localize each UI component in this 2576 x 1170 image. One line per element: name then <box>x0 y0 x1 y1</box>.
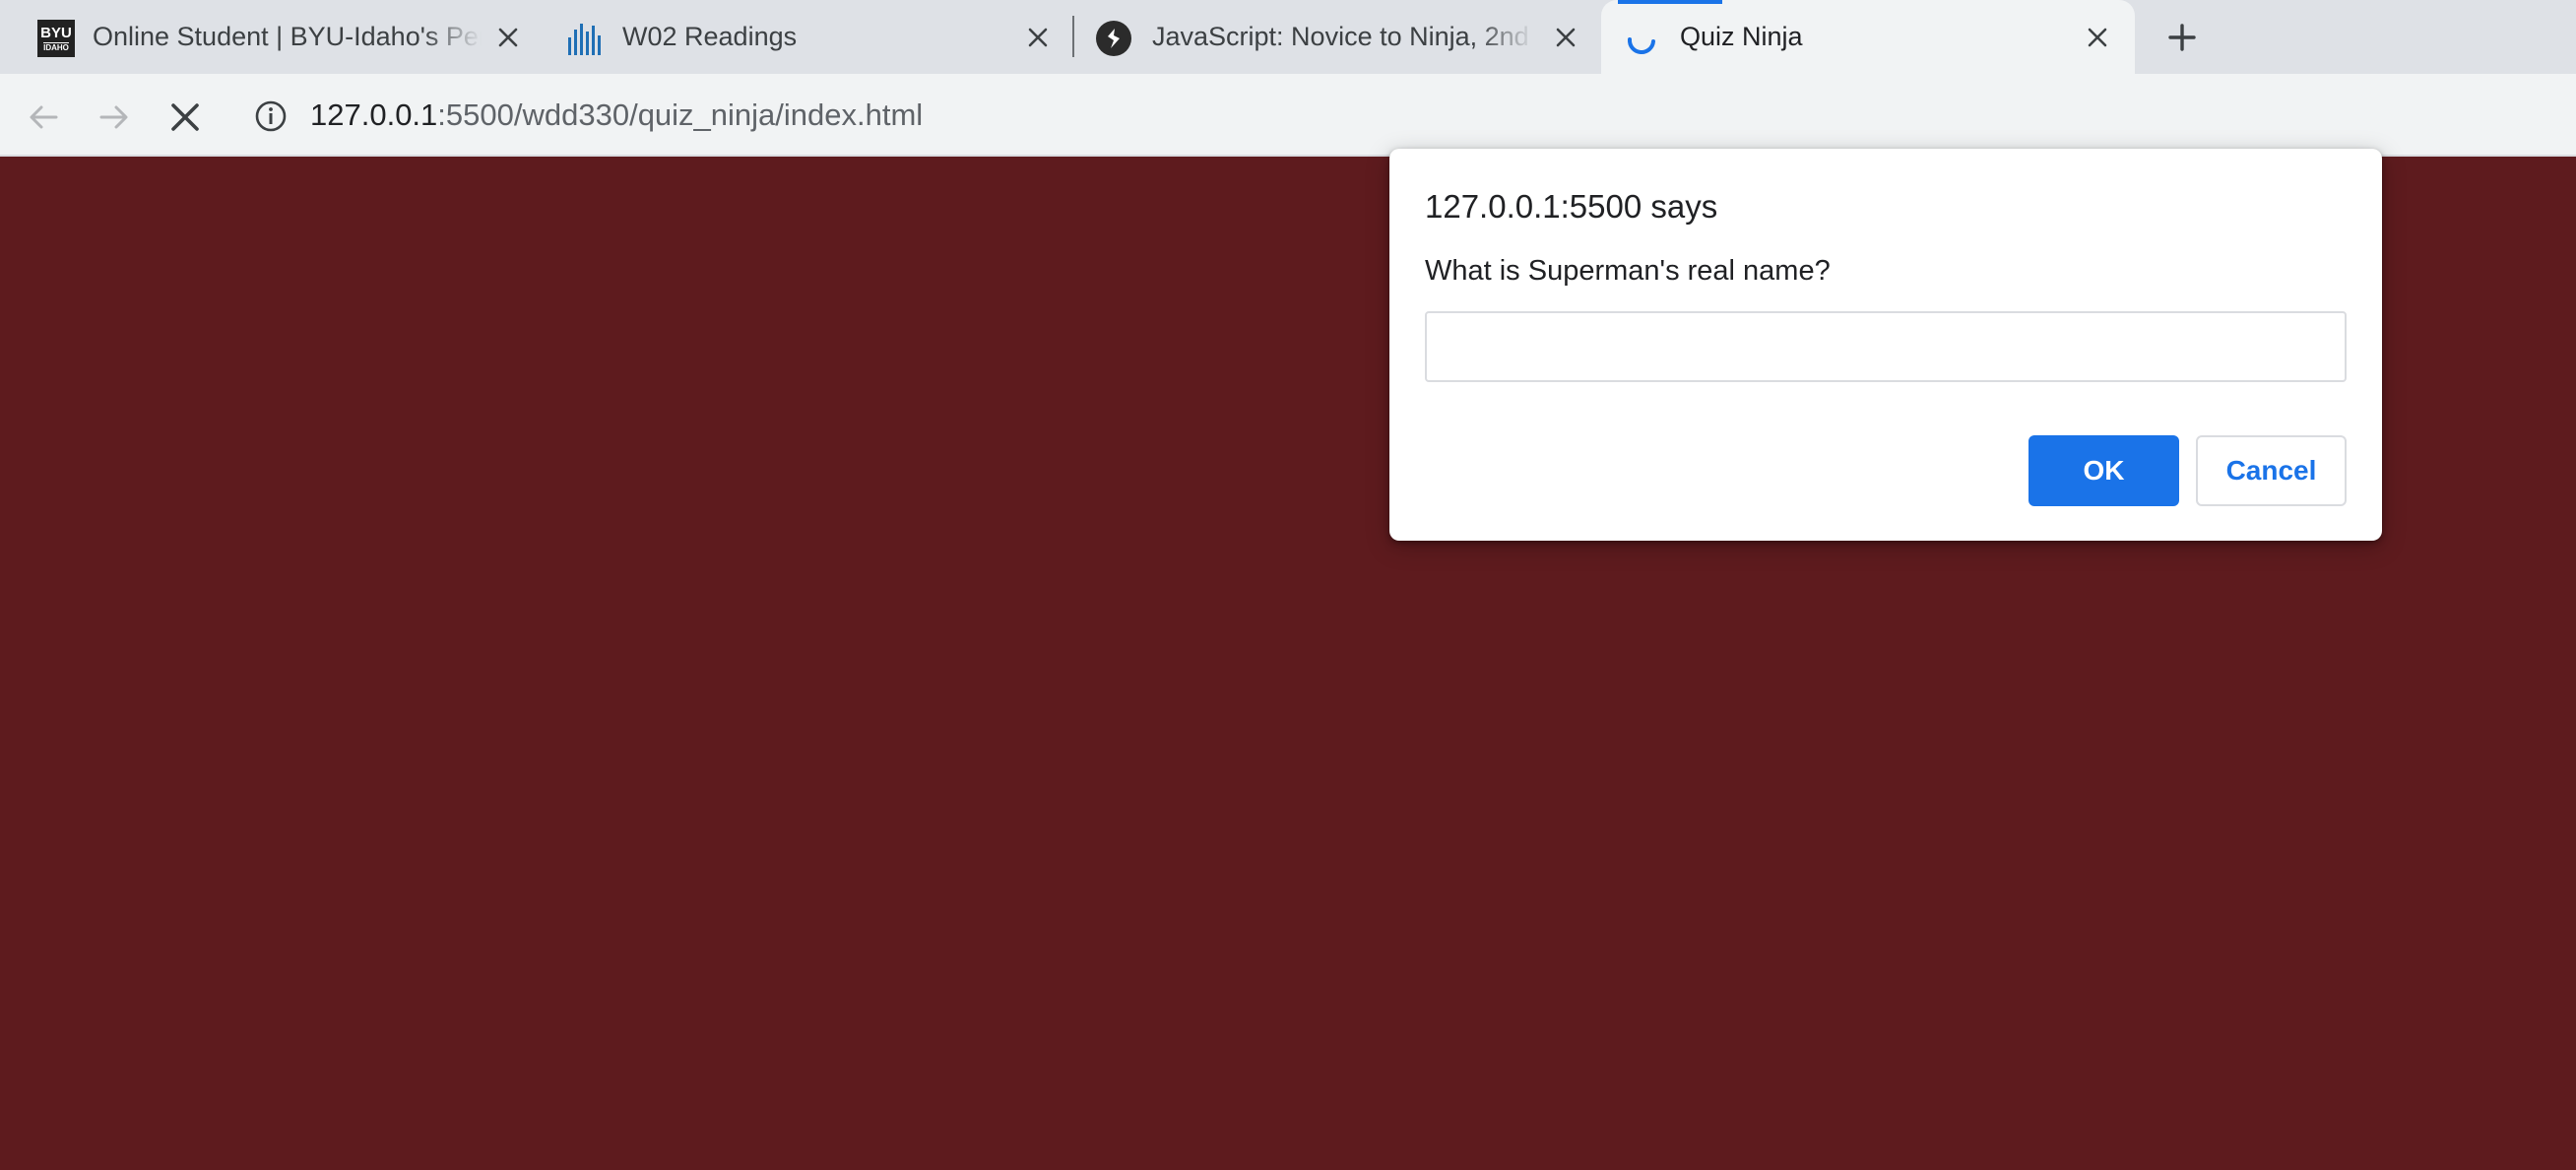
info-icon[interactable] <box>254 99 288 133</box>
plus-icon <box>2168 24 2196 51</box>
ok-button[interactable]: OK <box>2029 435 2179 506</box>
url-path: :5500/wdd330/quiz_ninja/index.html <box>437 98 924 132</box>
loading-spinner-icon <box>1623 20 1660 57</box>
new-tab-button[interactable] <box>2162 18 2202 57</box>
tab-quiz-ninja[interactable]: Quiz Ninja <box>1601 0 2135 74</box>
close-icon <box>171 103 199 131</box>
tab-title: Online Student | BYU-Idaho's Pers <box>93 22 482 51</box>
dialog-message: What is Superman's real name? <box>1425 255 1831 287</box>
address-bar[interactable]: 127.0.0.1:5500/wdd330/quiz_ninja/index.h… <box>236 84 2576 147</box>
tab-w02-readings[interactable]: W02 Readings <box>544 0 1071 74</box>
close-icon[interactable] <box>1022 22 1054 53</box>
back-button[interactable] <box>20 94 67 141</box>
dialog-title: 127.0.0.1:5500 says <box>1425 188 1718 225</box>
byu-logo-text: BYU <box>40 24 72 41</box>
tab-loading-indicator <box>1618 0 1722 4</box>
stop-loading-button[interactable] <box>161 94 209 141</box>
close-icon[interactable] <box>2082 22 2113 53</box>
tab-title: JavaScript: Novice to Ninja, 2nd E <box>1152 22 1534 51</box>
byu-idaho-icon: BYU IDAHO <box>37 20 75 57</box>
arrow-left-icon <box>30 105 58 129</box>
tab-byu-idaho[interactable]: BYU IDAHO Online Student | BYU-Idaho's P… <box>0 0 544 74</box>
cancel-button[interactable]: Cancel <box>2196 435 2347 506</box>
url-host: 127.0.0.1 <box>310 98 438 132</box>
prompt-input[interactable] <box>1425 311 2347 382</box>
prompt-dialog: 127.0.0.1:5500 says What is Superman's r… <box>1389 149 2382 541</box>
tab-title: Quiz Ninja <box>1680 22 1803 51</box>
arrow-right-icon <box>99 105 128 129</box>
sitepoint-icon <box>1095 20 1132 57</box>
idaho-logo-text: IDAHO <box>43 41 69 52</box>
close-icon[interactable] <box>492 22 524 53</box>
bars-chart-icon <box>567 20 605 57</box>
tab-title: W02 Readings <box>622 22 798 51</box>
tab-strip: BYU IDAHO Online Student | BYU-Idaho's P… <box>0 0 2576 74</box>
url-text: 127.0.0.1:5500/wdd330/quiz_ninja/index.h… <box>310 84 923 147</box>
browser-toolbar: 127.0.0.1:5500/wdd330/quiz_ninja/index.h… <box>0 74 2576 157</box>
tab-separator <box>1072 16 1074 57</box>
forward-button[interactable] <box>91 94 138 141</box>
close-icon[interactable] <box>1550 22 1581 53</box>
tab-javascript-novice-to-ninja[interactable]: JavaScript: Novice to Ninja, 2nd E <box>1075 0 1601 74</box>
